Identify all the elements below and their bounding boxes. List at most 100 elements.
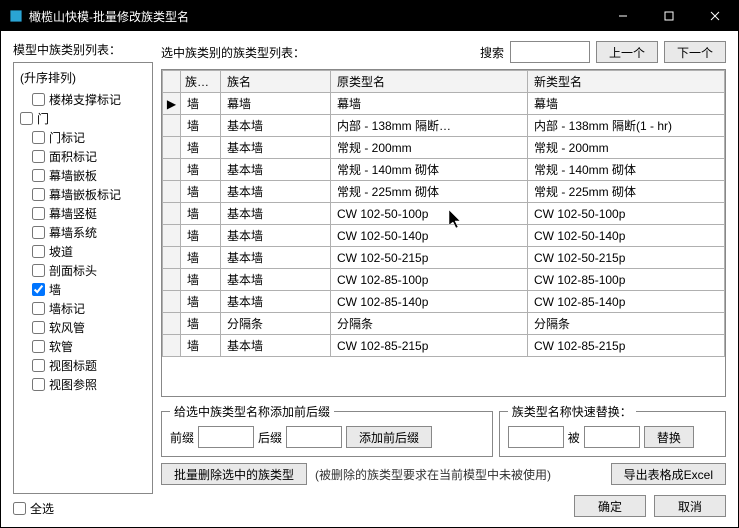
cell-new[interactable]: 常规 - 225mm 砌体 — [528, 181, 725, 203]
cell-new[interactable]: CW 102-85-100p — [528, 269, 725, 291]
category-item[interactable]: 墙标记 — [16, 299, 150, 318]
category-checkbox[interactable] — [32, 378, 45, 391]
category-checkbox[interactable] — [20, 112, 33, 125]
row-header-cell[interactable] — [163, 313, 181, 335]
col-new-type[interactable]: 新类型名 — [528, 71, 725, 93]
row-header-cell[interactable] — [163, 181, 181, 203]
cell-orig[interactable]: 常规 - 225mm 砌体 — [331, 181, 528, 203]
apply-replace-button[interactable]: 替换 — [644, 426, 694, 448]
category-checkbox[interactable] — [32, 188, 45, 201]
batch-delete-button[interactable]: 批量删除选中的族类型 — [161, 463, 307, 485]
cell-new[interactable]: 幕墙 — [528, 93, 725, 115]
cell-name[interactable]: 基本墙 — [221, 181, 331, 203]
row-header-cell[interactable] — [163, 247, 181, 269]
cell-new[interactable]: CW 102-85-140p — [528, 291, 725, 313]
cell-name[interactable]: 基本墙 — [221, 137, 331, 159]
cell-new[interactable]: CW 102-50-215p — [528, 247, 725, 269]
minimize-button[interactable] — [600, 1, 646, 31]
category-item[interactable]: 幕墙嵌板标记 — [16, 185, 150, 204]
cell-cat[interactable]: 墙 — [181, 159, 221, 181]
cell-name[interactable]: 基本墙 — [221, 203, 331, 225]
cell-name[interactable]: 幕墙 — [221, 93, 331, 115]
row-header-cell[interactable] — [163, 291, 181, 313]
table-row[interactable]: 墙基本墙CW 102-85-140pCW 102-85-140p — [163, 291, 725, 313]
category-item[interactable]: 门 — [16, 109, 150, 128]
cell-new[interactable]: CW 102-50-100p — [528, 203, 725, 225]
category-checkbox[interactable] — [32, 226, 45, 239]
cell-cat[interactable]: 墙 — [181, 115, 221, 137]
suffix-input[interactable] — [286, 426, 342, 448]
next-button[interactable]: 下一个 — [664, 41, 726, 63]
category-item[interactable]: 视图参照 — [16, 375, 150, 394]
cell-cat[interactable]: 墙 — [181, 225, 221, 247]
select-all-row[interactable]: 全选 — [13, 500, 153, 517]
export-excel-button[interactable]: 导出表格成Excel — [611, 463, 726, 485]
cell-orig[interactable]: CW 102-85-140p — [331, 291, 528, 313]
maximize-button[interactable] — [646, 1, 692, 31]
category-checkbox[interactable] — [32, 283, 45, 296]
cell-new[interactable]: 常规 - 200mm — [528, 137, 725, 159]
cell-orig[interactable]: 分隔条 — [331, 313, 528, 335]
category-checkbox[interactable] — [32, 169, 45, 182]
prev-button[interactable]: 上一个 — [596, 41, 658, 63]
cell-new[interactable]: 内部 - 138mm 隔断(1 - hr) — [528, 115, 725, 137]
category-checkbox[interactable] — [32, 93, 45, 106]
cell-new[interactable]: 常规 - 140mm 砌体 — [528, 159, 725, 181]
category-checkbox[interactable] — [32, 245, 45, 258]
cell-cat[interactable]: 墙 — [181, 269, 221, 291]
category-checkbox[interactable] — [32, 302, 45, 315]
table-row[interactable]: 墙基本墙CW 102-50-215pCW 102-50-215p — [163, 247, 725, 269]
table-row[interactable]: 墙基本墙CW 102-85-100pCW 102-85-100p — [163, 269, 725, 291]
category-checkbox[interactable] — [32, 359, 45, 372]
cell-orig[interactable]: 内部 - 138mm 隔断… — [331, 115, 528, 137]
table-row[interactable]: 墙基本墙内部 - 138mm 隔断…内部 - 138mm 隔断(1 - hr) — [163, 115, 725, 137]
category-item[interactable]: 软管 — [16, 337, 150, 356]
select-all-checkbox[interactable] — [13, 502, 26, 515]
cell-cat[interactable]: 墙 — [181, 181, 221, 203]
category-item[interactable]: 剖面标头 — [16, 261, 150, 280]
cell-name[interactable]: 基本墙 — [221, 159, 331, 181]
category-item[interactable]: 幕墙系统 — [16, 223, 150, 242]
category-checkbox[interactable] — [32, 131, 45, 144]
type-grid[interactable]: 族类别 族名 原类型名 新类型名 ▶墙幕墙幕墙幕墙墙基本墙内部 - 138mm … — [161, 69, 726, 397]
row-header-cell[interactable] — [163, 159, 181, 181]
cancel-button[interactable]: 取消 — [654, 495, 726, 517]
cell-cat[interactable]: 墙 — [181, 137, 221, 159]
table-row[interactable]: 墙基本墙CW 102-50-100pCW 102-50-100p — [163, 203, 725, 225]
cell-cat[interactable]: 墙 — [181, 93, 221, 115]
category-item[interactable]: 幕墙嵌板 — [16, 166, 150, 185]
row-header-cell[interactable] — [163, 115, 181, 137]
ok-button[interactable]: 确定 — [574, 495, 646, 517]
cell-orig[interactable]: 常规 - 140mm 砌体 — [331, 159, 528, 181]
table-row[interactable]: 墙分隔条分隔条分隔条 — [163, 313, 725, 335]
replace-from-input[interactable] — [508, 426, 564, 448]
type-table[interactable]: 族类别 族名 原类型名 新类型名 ▶墙幕墙幕墙幕墙墙基本墙内部 - 138mm … — [162, 70, 725, 357]
row-header-cell[interactable] — [163, 335, 181, 357]
cell-orig[interactable]: CW 102-85-215p — [331, 335, 528, 357]
category-item[interactable]: 墙 — [16, 280, 150, 299]
category-item[interactable]: 坡道 — [16, 242, 150, 261]
cell-cat[interactable]: 墙 — [181, 203, 221, 225]
table-row[interactable]: 墙基本墙CW 102-50-140pCW 102-50-140p — [163, 225, 725, 247]
search-input[interactable] — [510, 41, 590, 63]
cell-name[interactable]: 基本墙 — [221, 335, 331, 357]
category-checkbox[interactable] — [32, 321, 45, 334]
cell-new[interactable]: CW 102-85-215p — [528, 335, 725, 357]
cell-orig[interactable]: 常规 - 200mm — [331, 137, 528, 159]
row-header-cell[interactable] — [163, 269, 181, 291]
category-listbox[interactable]: (升序排列) 楼梯支撑标记门门标记面积标记幕墙嵌板幕墙嵌板标记幕墙竖梃幕墙系统坡… — [13, 62, 153, 494]
category-checkbox[interactable] — [32, 150, 45, 163]
table-row[interactable]: 墙基本墙常规 - 140mm 砌体常规 - 140mm 砌体 — [163, 159, 725, 181]
cell-cat[interactable]: 墙 — [181, 291, 221, 313]
category-item[interactable]: 门标记 — [16, 128, 150, 147]
col-family-name[interactable]: 族名 — [221, 71, 331, 93]
cell-name[interactable]: 基本墙 — [221, 247, 331, 269]
row-header-cell[interactable]: ▶ — [163, 93, 181, 115]
cell-orig[interactable]: CW 102-50-140p — [331, 225, 528, 247]
category-checkbox[interactable] — [32, 264, 45, 277]
apply-affix-button[interactable]: 添加前后缀 — [346, 426, 432, 448]
row-header-cell[interactable] — [163, 225, 181, 247]
prefix-input[interactable] — [198, 426, 254, 448]
cell-orig[interactable]: CW 102-85-100p — [331, 269, 528, 291]
cell-orig[interactable]: CW 102-50-215p — [331, 247, 528, 269]
